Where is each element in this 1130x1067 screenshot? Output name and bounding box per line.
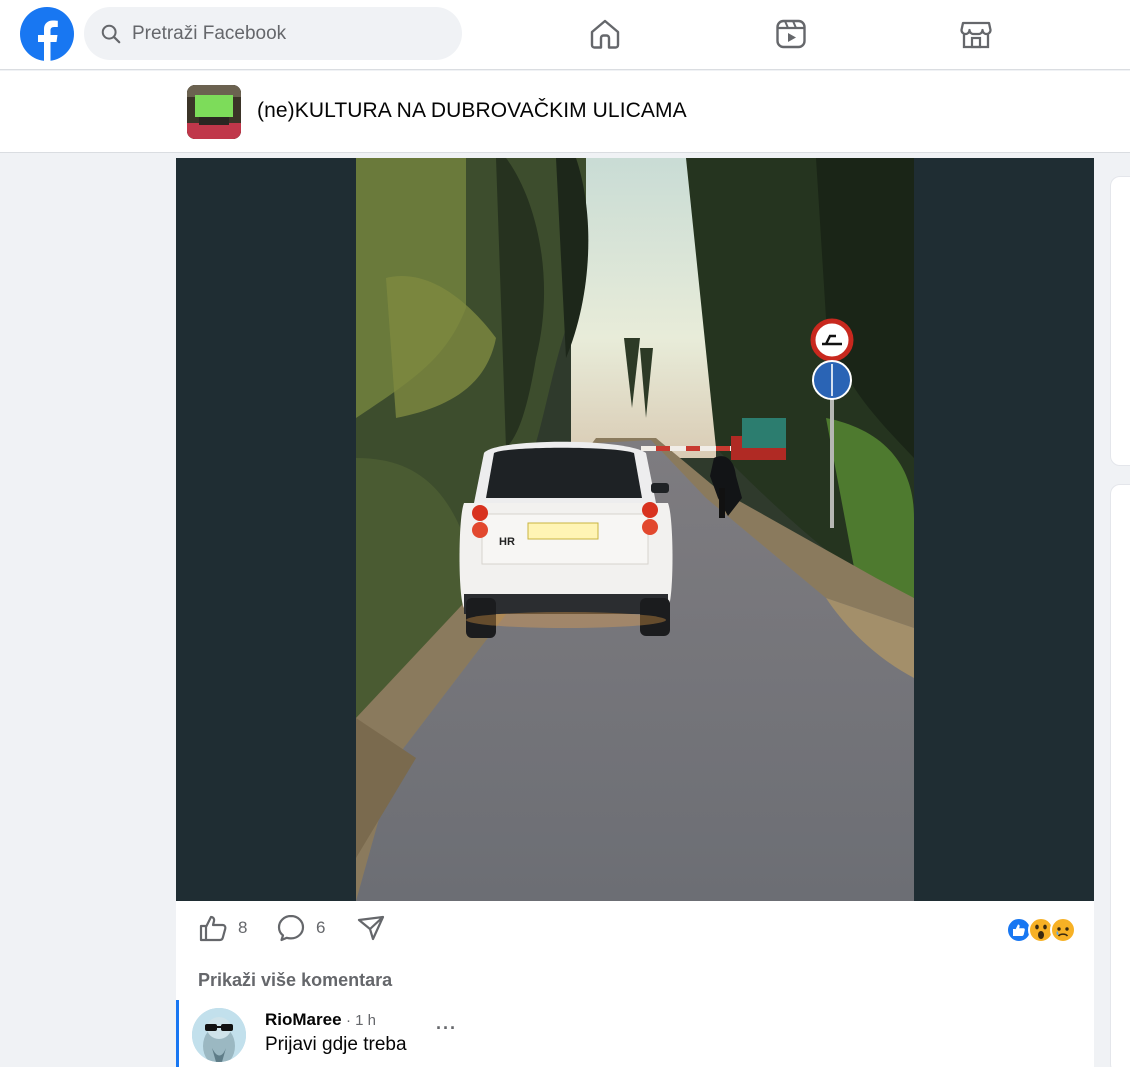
search-input[interactable] <box>132 22 432 45</box>
like-icon <box>199 915 227 942</box>
post-action-bar: 8 6 <box>176 901 1094 957</box>
group-title[interactable]: (ne)KULTURA NA DUBROVAČKIM ULICAMA <box>257 99 687 123</box>
home-icon[interactable] <box>588 17 622 51</box>
reels-icon[interactable] <box>774 17 808 51</box>
share-button[interactable] <box>356 913 386 943</box>
share-icon <box>357 915 385 941</box>
comment-highlight-bar <box>176 1000 179 1067</box>
sad-reaction-icon <box>1050 917 1076 943</box>
top-navigation-bar <box>0 0 1130 70</box>
group-header: (ne)KULTURA NA DUBROVAČKIM ULICAMA <box>0 71 1130 153</box>
post-media[interactable]: HR <box>176 158 1094 901</box>
like-button[interactable]: 8 <box>198 913 247 943</box>
comment-author[interactable]: RioMaree <box>265 1010 342 1030</box>
marketplace-icon[interactable] <box>959 17 993 51</box>
sidebar-card <box>1110 176 1130 466</box>
reactions-summary[interactable] <box>1006 917 1078 943</box>
avatar-image <box>192 1008 246 1062</box>
group-avatar[interactable] <box>187 85 241 139</box>
comment-button[interactable]: 6 <box>276 913 325 943</box>
plate-country-text: HR <box>499 536 515 548</box>
post-photo[interactable]: HR <box>356 158 914 901</box>
search-icon <box>101 24 121 43</box>
search-box[interactable] <box>84 7 462 60</box>
like-count: 8 <box>238 918 248 937</box>
sidebar-card <box>1110 484 1130 1067</box>
facebook-logo-icon[interactable] <box>20 7 74 61</box>
wow-reaction-icon <box>1028 917 1054 943</box>
comment-icon <box>277 914 305 942</box>
show-more-comments-link[interactable]: Prikaži više komentara <box>198 970 392 991</box>
group-avatar-image <box>187 85 241 139</box>
avatar[interactable] <box>192 1008 246 1062</box>
comment-item: RioMaree · 1 h Prijavi gdje treba ··· <box>176 1000 1094 1067</box>
comment-text: Prijavi gdje treba <box>265 1034 407 1055</box>
post-card: HR 8 6 Prikaži više komentara RioMaree ·… <box>176 158 1094 1067</box>
comment-timestamp[interactable]: · 1 h <box>346 1012 376 1029</box>
comment-more-options-button[interactable]: ··· <box>436 1018 457 1039</box>
like-reaction-icon <box>1006 917 1032 943</box>
comment-count: 6 <box>316 918 326 937</box>
